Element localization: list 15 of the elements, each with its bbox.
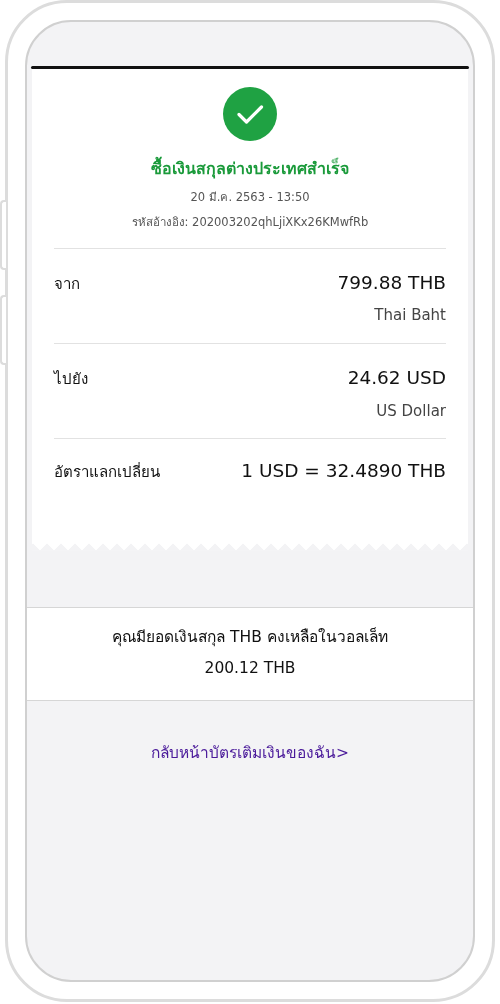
balance-amount: 200.12 THB (203, 658, 297, 679)
field-label: จาก (54, 273, 80, 295)
currency-name: US Dollar (375, 400, 446, 422)
field-label: ไปยัง (54, 368, 88, 390)
amount: 1 USD = 32.4890 THB (241, 459, 446, 483)
check-icon (223, 87, 277, 141)
title: ซื้อเงินสกุลต่างประเทศสำเร็จ (151, 157, 349, 181)
currency-name: Thai Baht (373, 305, 446, 327)
date-time: 20 มี.ค. 2563 - 13:50 (190, 189, 310, 206)
reference-number: รหัสอ้างอิง: 202003202qhLjiXKx26KMwfRb (131, 214, 369, 232)
back-link[interactable]: กลับหน้าบัตรเติมเงินของฉัน> (151, 744, 349, 763)
amount: 799.88 THB (337, 270, 446, 295)
amount: 24.62 USD (347, 365, 446, 390)
balance-message: คุณมียอดเงินสกุล THB คงเหลือในวอลเล็ท (111, 626, 389, 649)
field-label: อัตราแลกเปลี่ยน (54, 461, 160, 483)
